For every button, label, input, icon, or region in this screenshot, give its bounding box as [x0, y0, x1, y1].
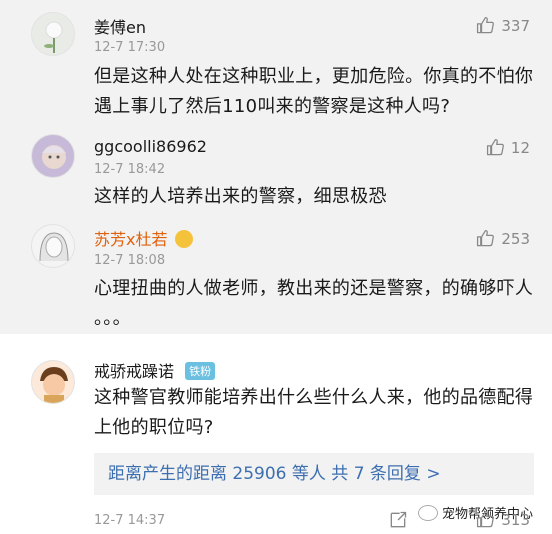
comment-text: 这种警官教师能培养出什么些什么人来，他的品德配得上他的职位吗?: [94, 387, 534, 438]
timestamp: 12-7 14:37: [94, 513, 166, 528]
view-replies-link[interactable]: 距离产生的距离 25906 等人 共 7 条回复 >: [94, 453, 534, 495]
cartoon-face-icon: [42, 145, 66, 169]
thumbs-up-icon: [477, 510, 495, 528]
like-count: 12: [510, 138, 530, 157]
username-text: 戒骄戒躁诺: [94, 362, 175, 381]
avatar[interactable]: [31, 360, 75, 404]
avatar[interactable]: [31, 134, 75, 178]
avatar[interactable]: [31, 224, 75, 268]
comment-text: 但是这种人处在这种职业上，更加危险。你真的不怕你遇上事儿了然后110叫来的警察是…: [94, 66, 534, 117]
comment-text: 心理扭曲的人做老师，教出来的还是警察，的确够吓人 。。。: [94, 278, 534, 329]
sketch-portrait-icon: [39, 232, 69, 262]
cartoon-boy-icon: [40, 367, 68, 403]
username[interactable]: 苏芳x杜若: [94, 226, 193, 250]
thumbs-up-icon: [477, 16, 495, 34]
avatar[interactable]: [31, 12, 75, 56]
like-count: 253: [501, 229, 530, 248]
share-icon[interactable]: [388, 510, 408, 530]
wechat-icon: [418, 504, 438, 521]
thumbs-up-icon: [477, 229, 495, 247]
comment-text: 这样的人培养出来的警察，细思极恐: [94, 186, 387, 207]
username[interactable]: 姜傅en: [94, 14, 146, 38]
like-count: 337: [501, 16, 530, 35]
like-button[interactable]: 337: [476, 16, 530, 35]
flower-icon: [44, 21, 63, 53]
like-count: 313: [501, 510, 530, 529]
like-button[interactable]: 12: [486, 138, 530, 157]
emoji-icon: [174, 230, 193, 248]
username[interactable]: 戒骄戒躁诺 铁粉: [94, 358, 216, 382]
timestamp: 12-7 17:30: [94, 40, 166, 55]
timestamp: 12-7 18:42: [94, 162, 166, 177]
username-text: 苏芳x杜若: [94, 230, 168, 249]
timestamp: 12-7 18:08: [94, 253, 166, 268]
like-button[interactable]: 313: [476, 510, 530, 529]
fan-badge: 铁粉: [185, 362, 216, 380]
like-button[interactable]: 253: [476, 229, 530, 248]
thumbs-up-icon: [486, 138, 504, 156]
username[interactable]: ggcoolli86962: [94, 137, 207, 156]
